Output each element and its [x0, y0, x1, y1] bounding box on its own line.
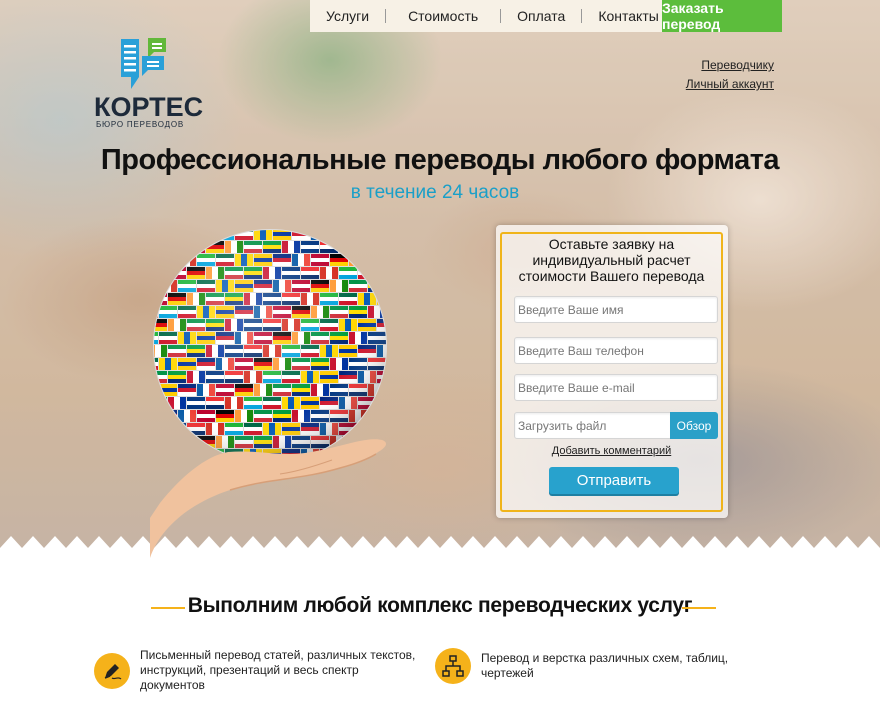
order-translation-button[interactable]: Заказать перевод	[662, 0, 782, 32]
service-item-layout: Перевод и верстка различных схем, таблиц…	[435, 648, 771, 684]
form-title: Оставьте заявку на индивидуальный расчет…	[518, 236, 705, 284]
flags-globe-illustration	[150, 228, 400, 558]
browse-button[interactable]: Обзор	[670, 412, 718, 439]
nav-item-pricing[interactable]: Стоимость	[386, 7, 500, 25]
phone-input[interactable]	[514, 337, 718, 364]
service-description: Письменный перевод статей, различных тек…	[140, 648, 416, 692]
file-upload-input[interactable]	[514, 412, 672, 439]
hero-headline: Профессиональные переводы любого формата	[100, 144, 780, 176]
translator-link[interactable]: Переводчику	[686, 58, 774, 72]
quote-request-form: Оставьте заявку на индивидуальный расчет…	[496, 225, 728, 518]
logo-speech-bubbles-icon	[121, 38, 166, 89]
submit-button[interactable]: Отправить	[549, 467, 679, 494]
pen-icon	[94, 652, 130, 689]
hand-shape	[150, 439, 386, 558]
nav-item-contacts[interactable]: Контакты	[582, 7, 674, 25]
company-logo[interactable]: КОРТЕС БЮРО ПЕРЕВОДОВ	[94, 36, 204, 131]
form-border: Оставьте заявку на индивидуальный расчет…	[500, 232, 723, 512]
personal-account-link[interactable]: Личный аккаунт	[686, 77, 774, 91]
email-input[interactable]	[514, 374, 718, 401]
services-title: Выполним любой комплекс переводческих ус…	[187, 594, 693, 617]
nav-item-payment[interactable]: Оплата	[501, 7, 581, 25]
service-description: Перевод и верстка различных схем, таблиц…	[481, 651, 729, 680]
nav-item-services[interactable]: Услуги	[310, 7, 385, 25]
globe-in-hand-image	[150, 229, 387, 558]
title-decor-line-right	[682, 607, 716, 609]
zigzag-divider	[0, 536, 880, 562]
account-links: Переводчику Личный аккаунт	[686, 58, 774, 96]
name-input[interactable]	[514, 296, 718, 323]
logo-name: КОРТЕС	[94, 92, 204, 122]
add-comment-link[interactable]: Добавить комментарий	[502, 445, 721, 457]
service-item-written-translation: Письменный перевод статей, различных тек…	[94, 648, 420, 693]
hierarchy-icon	[435, 648, 471, 684]
hero-subheadline: в течение 24 часов	[350, 182, 520, 203]
logo-subtitle: БЮРО ПЕРЕВОДОВ	[96, 120, 184, 129]
